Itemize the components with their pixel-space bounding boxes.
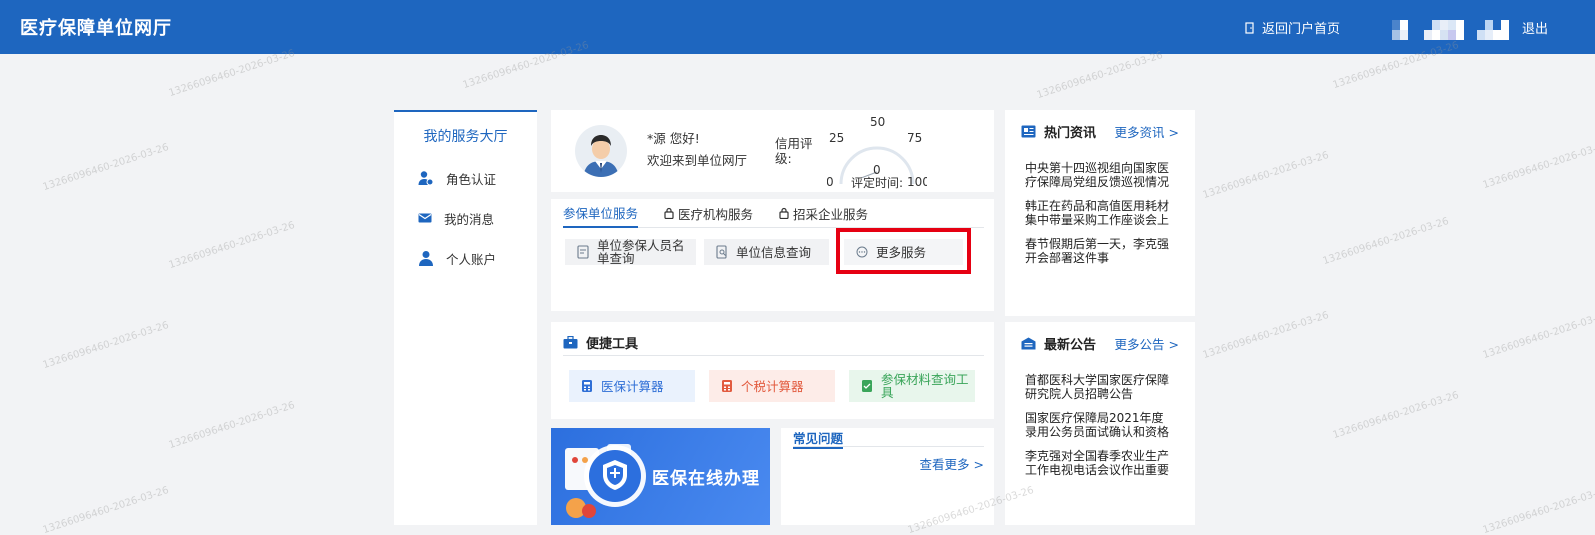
insurance-material-query-button[interactable]: 参保材料查询工具 <box>849 370 975 402</box>
banner-text: 医保在线办理 <box>652 469 760 489</box>
sidebar-item-label: 个人账户 <box>446 251 497 267</box>
unit-info-query-button[interactable]: 单位信息查询 <box>704 239 829 265</box>
gauge-tick-25: 25 <box>829 131 844 145</box>
notices-panel: 最新公告 更多公告 > 首都医科大学国家医疗保障研究院人员招聘公告 国家医疗保障… <box>1005 322 1195 525</box>
sidebar-item-role-auth[interactable]: 角色认证 <box>394 158 537 198</box>
service-button-label: 单位参保人员名单查询 <box>597 238 685 266</box>
avatar <box>575 125 627 177</box>
news-item[interactable]: 中央第十四巡视组向国家医疗保障局党组反馈巡视情况 <box>1025 161 1173 189</box>
gauge-tick-0: 0 <box>827 175 834 189</box>
tab-label: 医疗机构服务 <box>678 206 754 222</box>
hot-news-panel: 热门资讯 更多资讯 > 中央第十四巡视组向国家医疗保障局党组反馈巡视情况 韩正在… <box>1005 110 1195 316</box>
sidebar-item-label: 我的消息 <box>444 211 495 227</box>
lock-icon <box>779 207 789 219</box>
news-item[interactable]: 韩正在药品和高值医用耗材集中带量采购工作座谈会上强调 <box>1025 199 1173 227</box>
tab-label: 招采企业服务 <box>793 206 869 222</box>
service-button-label: 单位信息查询 <box>736 244 812 260</box>
notices-more-link[interactable]: 更多公告 > <box>1115 334 1179 353</box>
calculator-icon <box>582 380 592 392</box>
shield-documents-icon <box>565 444 646 518</box>
watermark: 13266096460-2026-03-26 <box>167 219 297 272</box>
sidebar-item-label: 角色认证 <box>446 171 497 187</box>
tab-label: 参保单位服务 <box>563 205 639 221</box>
tab-faq[interactable]: 常见问题 <box>793 430 844 449</box>
lock-icon <box>664 207 674 219</box>
faq-panel: 常见问题 查看更多 > <box>781 428 994 525</box>
tools-panel: 便捷工具 医保计算器 个税计算器 参保材料查询工具 <box>551 322 994 419</box>
medical-insurance-calculator-button[interactable]: 医保计算器 <box>569 370 695 402</box>
toolbox-icon <box>563 336 578 349</box>
watermark: 13266096460-2026-03-26 <box>167 47 297 100</box>
watermark: 13266096460-2026-03-26 <box>1321 215 1451 268</box>
greeting-text: *源 您好! <box>647 131 700 146</box>
evaluation-time-label: 评定时间: <box>851 176 904 190</box>
tool-label: 医保计算器 <box>601 378 664 394</box>
username-mosaic <box>1392 20 1414 40</box>
calculator-icon <box>722 380 732 392</box>
home-link[interactable]: 返回门户首页 <box>1244 18 1340 37</box>
document-check-icon <box>862 380 872 392</box>
watermark: 13266096460-2026-03-26 <box>1481 139 1595 192</box>
services-panel: 参保单位服务 医疗机构服务 招采企业服务 单位参保人员名单查询 单位信息查询 更… <box>551 199 994 311</box>
notice-item[interactable]: 李克强对全国春季农业生产工作电视电话会议作出重要批示 <box>1025 449 1173 477</box>
gauge-tick-100: 100 <box>907 175 927 189</box>
watermark: 13266096460-2026-03-26 <box>1481 309 1595 362</box>
avatar-icon <box>583 135 619 177</box>
welcome-text: 欢迎来到单位网厅 <box>647 153 748 168</box>
insured-list-query-button[interactable]: 单位参保人员名单查询 <box>565 239 696 265</box>
watermark: 13266096460-2026-03-26 <box>1035 49 1165 102</box>
sidebar-item-account[interactable]: 个人账户 <box>394 238 537 278</box>
home-link-label: 返回门户首页 <box>1262 22 1341 37</box>
watermark: 13266096460-2026-03-26 <box>41 141 171 194</box>
watermark: 13266096460-2026-03-26 <box>1201 149 1331 202</box>
exit-door-icon <box>1245 21 1254 34</box>
income-tax-calculator-button[interactable]: 个税计算器 <box>709 370 835 402</box>
hot-news-title: 热门资讯 <box>1044 125 1097 141</box>
tools-heading: 便捷工具 <box>586 337 639 352</box>
user-panel: *源 您好! 欢迎来到单位网厅 信用评级: 0 25 50 75 100 0 评… <box>551 110 994 192</box>
watermark: 13266096460-2026-03-26 <box>41 484 171 535</box>
credit-rating-label: 信用评级: <box>775 136 813 166</box>
unit-mosaic <box>1424 20 1466 40</box>
news-item[interactable]: 春节假期后第一天，李克强开会部署这件事 <box>1025 237 1173 265</box>
notices-title: 最新公告 <box>1044 337 1097 353</box>
watermark: 13266096460-2026-03-26 <box>1331 389 1461 442</box>
watermark: 13266096460-2026-03-26 <box>1481 484 1595 535</box>
gauge-tick-75: 75 <box>907 131 922 145</box>
highlight-box <box>836 228 971 274</box>
search-document-icon <box>716 245 727 259</box>
faq-more-link[interactable]: 查看更多 > <box>920 454 984 473</box>
watermark: 13266096460-2026-03-26 <box>1201 309 1331 362</box>
user-badge-icon <box>418 171 434 186</box>
top-bar: 医疗保障单位网厅 返回门户首页 退出 <box>0 0 1595 54</box>
sidebar: 我的服务大厅 角色认证 我的消息 个人账户 <box>394 110 537 525</box>
hot-news-more-link[interactable]: 更多资讯 > <box>1115 122 1179 141</box>
logout-button[interactable]: 退出 <box>1522 18 1548 37</box>
watermark: 13266096460-2026-03-26 <box>167 399 297 452</box>
service-tabs: 参保单位服务 医疗机构服务 招采企业服务 <box>563 199 984 228</box>
person-icon <box>419 251 433 266</box>
notice-item[interactable]: 国家医疗保障局2021年度录用公务员面试确认和资格复审公告 <box>1025 411 1173 439</box>
tool-label: 个税计算器 <box>741 378 804 394</box>
online-service-banner[interactable]: 医保在线办理 <box>551 428 770 525</box>
mail-icon <box>418 213 432 223</box>
gauge-tick-50: 50 <box>870 115 885 129</box>
tab-procurement-enterprise-services[interactable]: 招采企业服务 <box>779 199 868 228</box>
notice-item[interactable]: 首都医科大学国家医疗保障研究院人员招聘公告 <box>1025 373 1173 401</box>
tab-medical-institution-services[interactable]: 医疗机构服务 <box>664 199 753 228</box>
news-icon <box>1021 125 1036 137</box>
tab-insured-unit-services[interactable]: 参保单位服务 <box>563 199 639 228</box>
sidebar-heading: 我的服务大厅 <box>423 129 508 145</box>
document-icon <box>577 245 589 259</box>
sidebar-item-messages[interactable]: 我的消息 <box>394 198 537 238</box>
account-mosaic <box>1477 20 1511 40</box>
app-title: 医疗保障单位网厅 <box>20 18 172 39</box>
watermark: 13266096460-2026-03-26 <box>41 319 171 372</box>
tool-label: 参保材料查询工具 <box>881 372 969 400</box>
announcement-icon <box>1021 337 1036 349</box>
